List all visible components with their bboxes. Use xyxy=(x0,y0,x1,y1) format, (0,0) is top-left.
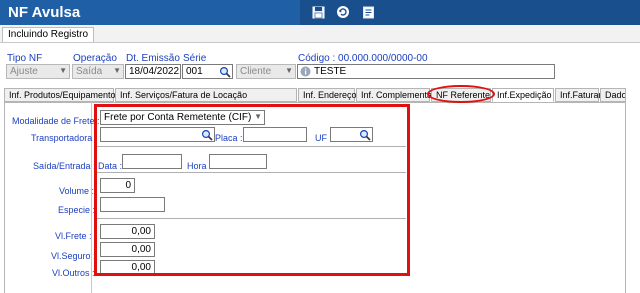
vl-outros-field[interactable]: 0,00 xyxy=(100,260,155,275)
tab-inf-produtos[interactable]: Inf. Produtos/Equipamentos xyxy=(4,88,120,102)
tab-inf-faturamento[interactable]: Inf.Faturamento xyxy=(555,88,624,102)
tab-inf-expedicao[interactable]: Inf.Expedição xyxy=(492,88,554,102)
status-bar: Incluindo Registro xyxy=(0,25,640,43)
data-label: Data : xyxy=(98,161,123,171)
modalidade-frete-select[interactable]: Frete por Conta Remetente (CIF) ▼ xyxy=(100,110,265,125)
especie-label: Especie : xyxy=(58,205,96,215)
form-icon[interactable] xyxy=(359,3,377,21)
vl-frete-field[interactable]: 0,00 xyxy=(100,224,155,239)
data-field[interactable] xyxy=(122,154,182,169)
search-icon[interactable] xyxy=(217,64,233,79)
hora-label: Hora : xyxy=(187,161,212,171)
tab-dados-adicionais[interactable]: Dados Adicionais xyxy=(600,88,626,102)
operacao-label: Operação xyxy=(73,53,117,64)
codigo-label: Código : 00.000.000/0000-00 xyxy=(298,53,428,64)
refresh-icon[interactable] xyxy=(334,3,352,21)
title-bar: NF Avulsa xyxy=(0,0,640,25)
operacao-value: Saída xyxy=(76,66,103,77)
tipo-nf-label: Tipo NF xyxy=(7,53,43,64)
info-icon xyxy=(300,66,311,78)
especie-field[interactable] xyxy=(100,197,165,212)
volume-field[interactable]: 0 xyxy=(100,178,135,193)
hora-field[interactable] xyxy=(209,154,267,169)
serie-label: Série xyxy=(183,53,207,64)
status-label: Incluindo Registro xyxy=(2,27,95,42)
tipo-nf-value: Ajuste xyxy=(10,66,38,77)
volume-label: Volume : xyxy=(59,186,95,196)
tab-inf-servicos[interactable]: Inf. Serviços/Fatura de Locação xyxy=(115,88,297,102)
tab-nf-referente[interactable]: NF Referente xyxy=(431,88,491,102)
divider xyxy=(96,146,406,147)
serie-value: 001 xyxy=(186,66,203,77)
vl-frete-label: Vl.Frete : xyxy=(55,231,92,241)
chevron-down-icon: ▼ xyxy=(113,66,121,75)
tab-panel-expedicao xyxy=(4,102,626,293)
destinatario-select[interactable]: Cliente ▼ xyxy=(236,64,296,79)
codigo-field[interactable]: TESTE xyxy=(297,64,555,79)
placa-label: Placa : xyxy=(215,133,243,143)
saida-entrada-label: Saída/Entrada : xyxy=(33,161,96,171)
tab-inf-complementar[interactable]: Inf. Complementar xyxy=(356,88,435,102)
chevron-down-icon: ▼ xyxy=(285,66,293,75)
modalidade-frete-value: Frete por Conta Remetente (CIF) xyxy=(104,112,252,123)
transportadora-label: Transportadora : xyxy=(31,133,98,143)
codigo-value: TESTE xyxy=(314,66,347,77)
tab-bar: Inf. Produtos/Equipamentos Inf. Serviços… xyxy=(4,88,626,102)
save-icon[interactable] xyxy=(309,3,327,21)
search-icon[interactable] xyxy=(199,127,215,142)
dt-emissao-field[interactable]: 18/04/2022 xyxy=(125,64,181,79)
placa-field[interactable] xyxy=(243,127,307,142)
vl-outros-label: Vl.Outros : xyxy=(52,268,95,278)
tab-inf-enderecos[interactable]: Inf. Endereços xyxy=(298,88,361,102)
modalidade-frete-label: Modalidade de Frete : xyxy=(12,116,100,126)
tipo-nf-select[interactable]: Ajuste ▼ xyxy=(6,64,70,79)
dt-emissao-label: Dt. Emissão xyxy=(126,53,180,64)
chevron-down-icon: ▼ xyxy=(59,66,67,75)
chevron-down-icon: ▼ xyxy=(254,112,262,121)
destinatario-value: Cliente xyxy=(240,66,272,77)
app-title: NF Avulsa xyxy=(8,4,81,21)
divider xyxy=(96,172,406,173)
vl-seguro-label: Vl.Seguro : xyxy=(51,251,96,261)
transportadora-field[interactable] xyxy=(100,127,215,142)
label-column xyxy=(4,102,92,293)
vl-seguro-field[interactable]: 0,00 xyxy=(100,242,155,257)
divider xyxy=(96,218,406,219)
search-icon[interactable] xyxy=(357,127,373,142)
operacao-select[interactable]: Saída ▼ xyxy=(72,64,124,79)
